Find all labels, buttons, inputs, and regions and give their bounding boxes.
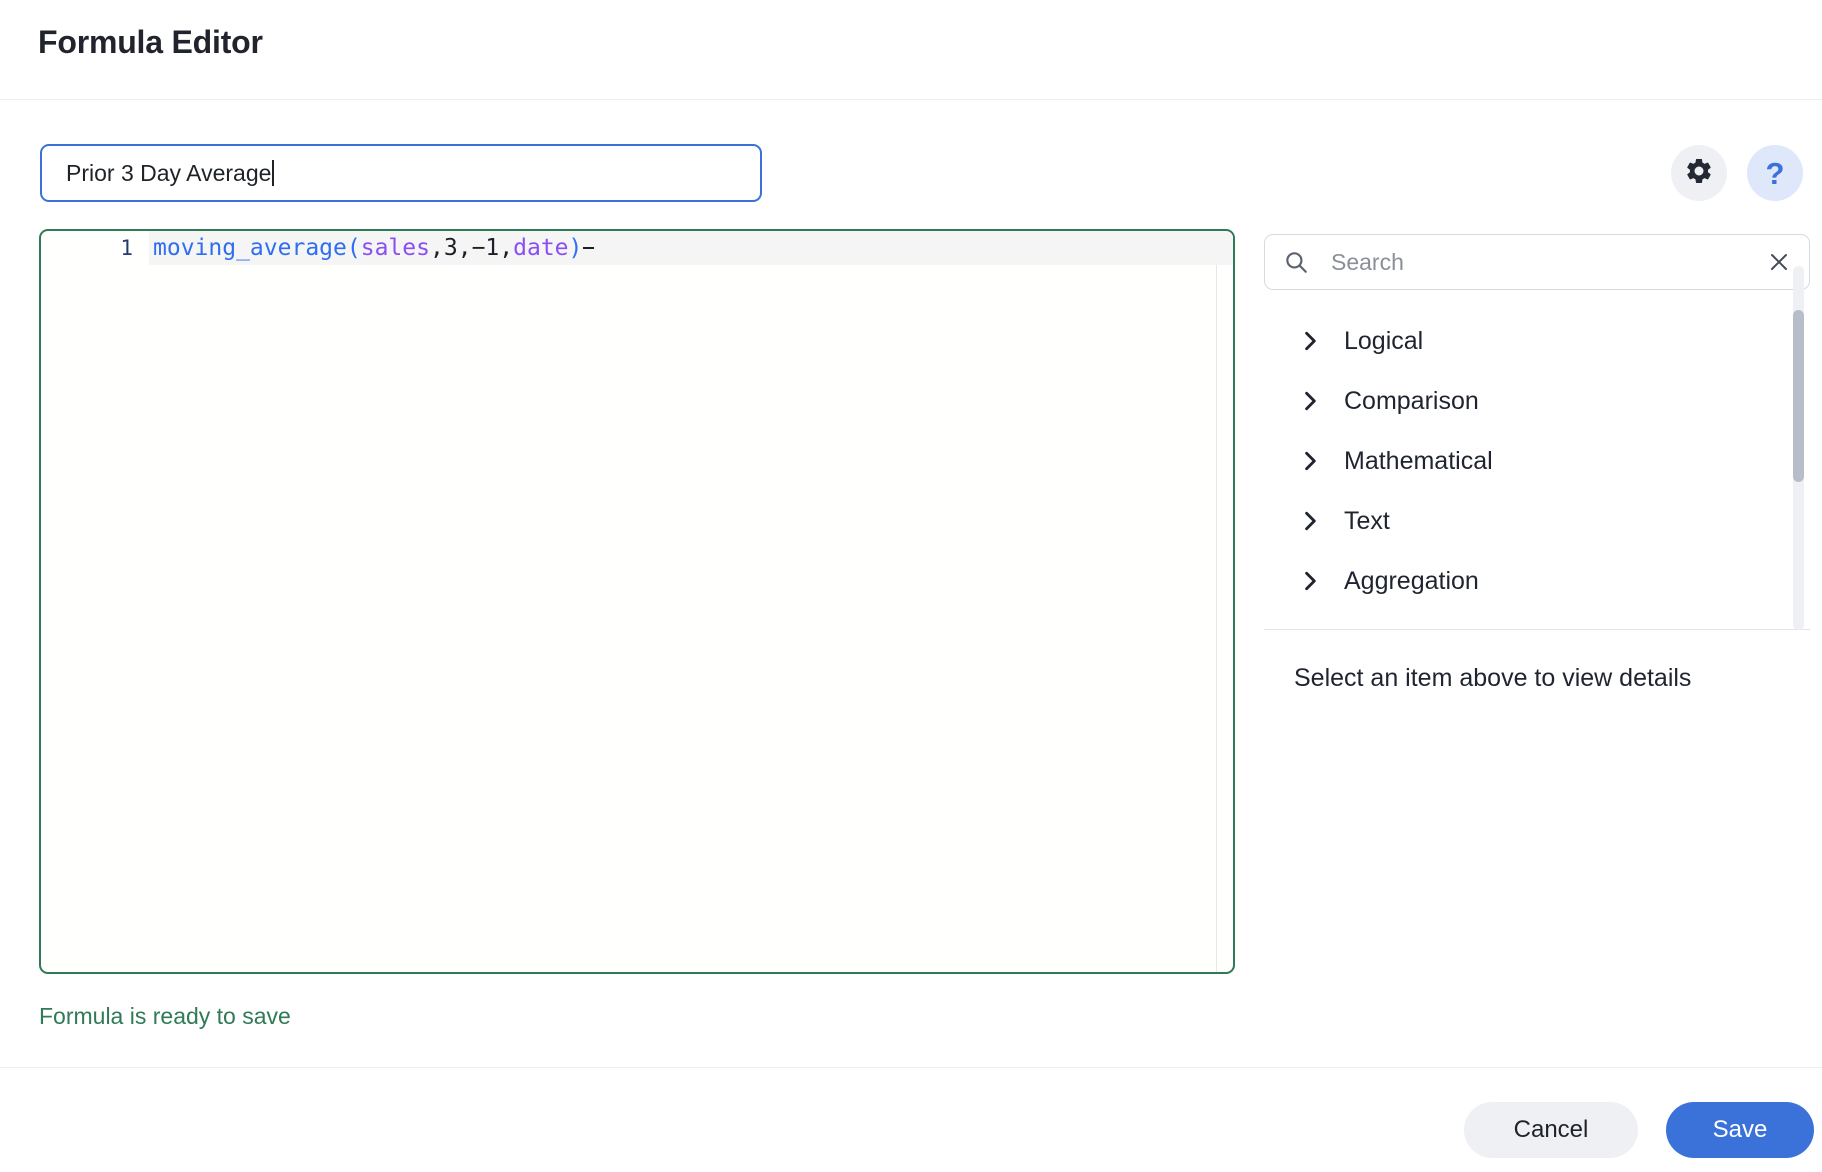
search-input[interactable]: Search (1331, 249, 1767, 276)
formula-status-message: Formula is ready to save (39, 1003, 291, 1030)
formula-name-input[interactable]: Prior 3 Day Average (40, 144, 762, 202)
detail-placeholder-text: Select an item above to view details (1294, 664, 1691, 693)
category-item-comparison[interactable]: Comparison (1264, 372, 1810, 430)
token-arg-sales: sales (361, 235, 430, 261)
catalog-scrollbar-thumb[interactable] (1793, 310, 1804, 482)
cancel-button[interactable]: Cancel (1464, 1102, 1638, 1158)
chevron-right-icon (1300, 450, 1322, 472)
line-number: 1 (41, 236, 149, 260)
category-label: Comparison (1344, 387, 1479, 416)
page-title: Formula Editor (38, 24, 263, 61)
settings-button[interactable] (1671, 145, 1727, 201)
category-item-aggregation[interactable]: Aggregation (1264, 552, 1810, 610)
token-comma-3: , (499, 235, 513, 261)
formula-name-value: Prior 3 Day Average (66, 160, 271, 187)
category-item-logical[interactable]: Logical (1264, 312, 1810, 370)
code-caret (583, 247, 594, 249)
formula-editor-dialog: Formula Editor Prior 3 Day Average ? 1 m… (0, 0, 1822, 1172)
function-category-list[interactable]: Logical Comparison Mathematical Text Agg… (1264, 310, 1810, 630)
gear-icon (1684, 156, 1714, 191)
chevron-right-icon (1300, 330, 1322, 352)
token-comma-2: , (458, 235, 472, 261)
function-search-box[interactable]: Search (1264, 234, 1810, 290)
token-comma-1: , (430, 235, 444, 261)
token-arg-offset: −1 (472, 235, 500, 261)
search-icon (1283, 249, 1309, 275)
category-item-text[interactable]: Text (1264, 492, 1810, 550)
save-button[interactable]: Save (1666, 1102, 1814, 1158)
dialog-header: Formula Editor (0, 0, 1822, 100)
category-label: Text (1344, 507, 1390, 536)
question-mark-icon: ? (1766, 158, 1785, 189)
category-label: Mathematical (1344, 447, 1493, 476)
formula-code-editor[interactable]: 1 moving_average(sales,3,−1,date) (39, 229, 1235, 974)
token-function-name: moving_average (153, 235, 347, 261)
chevron-right-icon (1300, 390, 1322, 412)
token-arg-window: 3 (444, 235, 458, 261)
help-button[interactable]: ? (1747, 145, 1803, 201)
catalog-scrollbar-track[interactable] (1793, 266, 1804, 630)
token-arg-date: date (513, 235, 568, 261)
editor-ruler-line (1216, 231, 1217, 972)
token-close-paren: ) (569, 235, 583, 261)
close-icon[interactable] (1767, 250, 1791, 274)
category-item-mathematical[interactable]: Mathematical (1264, 432, 1810, 490)
token-open-paren: ( (347, 235, 361, 261)
code-line-row: 1 moving_average(sales,3,−1,date) (41, 231, 1233, 265)
text-caret (272, 160, 274, 186)
code-line-content[interactable]: moving_average(sales,3,−1,date) (149, 231, 1233, 265)
chevron-right-icon (1300, 510, 1322, 532)
chevron-right-icon (1300, 570, 1322, 592)
category-label: Logical (1344, 327, 1423, 356)
category-label: Aggregation (1344, 567, 1479, 596)
